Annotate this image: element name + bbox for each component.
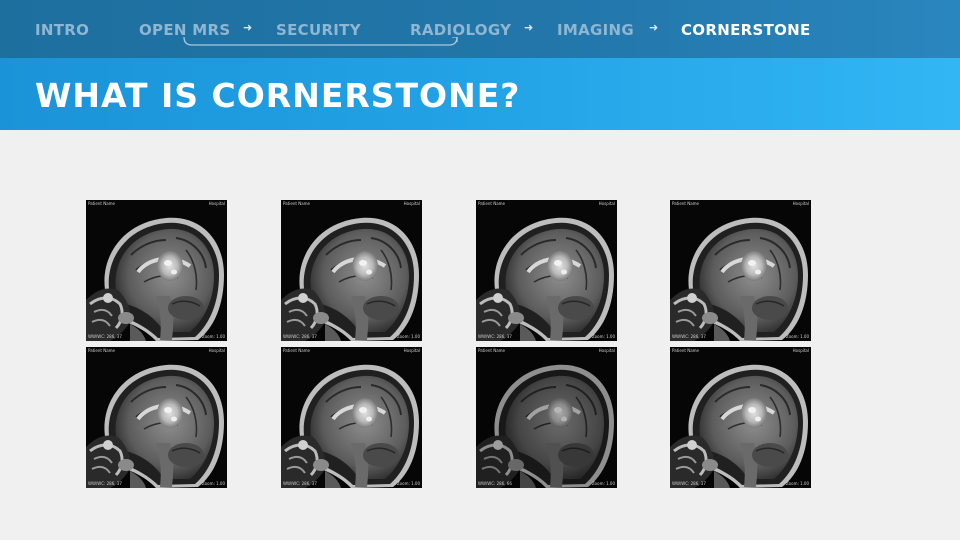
arrow-right-icon: ➜ bbox=[649, 21, 659, 34]
mri-image-8[interactable]: Patient Name Hospital WW/WC: 286, 37 Zoo… bbox=[670, 347, 811, 488]
patient-name-overlay: Patient Name bbox=[478, 201, 505, 206]
hospital-overlay: Hospital bbox=[403, 348, 420, 353]
patient-name-overlay: Patient Name bbox=[88, 201, 115, 206]
window-level-overlay: WW/WC: 286, 37 bbox=[672, 334, 706, 339]
zoom-overlay: Zoom: 1.00 bbox=[785, 481, 809, 486]
hospital-overlay: Hospital bbox=[208, 348, 225, 353]
mri-brain-scan bbox=[476, 347, 617, 488]
mri-brain-scan bbox=[281, 200, 422, 341]
arrow-right-icon: ➜ bbox=[524, 21, 534, 34]
patient-name-overlay: Patient Name bbox=[672, 201, 699, 206]
mri-image-3[interactable]: Patient Name Hospital WW/WC: 286, 37 Zoo… bbox=[476, 200, 617, 341]
mri-brain-scan bbox=[670, 347, 811, 488]
nav-item-intro[interactable]: INTRO bbox=[35, 21, 89, 39]
window-level-overlay: WW/WC: 286, 37 bbox=[88, 334, 122, 339]
top-navigation: INTRO OPEN MRS ➜ SECURITY RADIOLOGY ➜ IM… bbox=[0, 0, 960, 58]
hospital-overlay: Hospital bbox=[208, 201, 225, 206]
arrow-right-icon: ➜ bbox=[243, 21, 253, 34]
section-bracket-connector bbox=[183, 37, 458, 46]
patient-name-overlay: Patient Name bbox=[283, 348, 310, 353]
mri-image-2[interactable]: Patient Name Hospital WW/WC: 286, 37 Zoo… bbox=[281, 200, 422, 341]
window-level-overlay: WW/WC: 286, 37 bbox=[283, 481, 317, 486]
patient-name-overlay: Patient Name bbox=[283, 201, 310, 206]
nav-item-cornerstone[interactable]: CORNERSTONE bbox=[681, 21, 811, 39]
hospital-overlay: Hospital bbox=[792, 201, 809, 206]
zoom-overlay: Zoom: 1.00 bbox=[201, 334, 225, 339]
zoom-overlay: Zoom: 1.00 bbox=[201, 481, 225, 486]
window-level-overlay: WW/WC: 286, 37 bbox=[283, 334, 317, 339]
window-level-overlay: WW/WC: 286, 37 bbox=[88, 481, 122, 486]
page-title: WHAT IS CORNERSTONE? bbox=[35, 76, 521, 115]
hospital-overlay: Hospital bbox=[792, 348, 809, 353]
zoom-overlay: Zoom: 1.00 bbox=[591, 334, 615, 339]
hospital-overlay: Hospital bbox=[403, 201, 420, 206]
patient-name-overlay: Patient Name bbox=[88, 348, 115, 353]
mri-brain-scan bbox=[281, 347, 422, 488]
zoom-overlay: Zoom: 1.00 bbox=[591, 481, 615, 486]
zoom-overlay: Zoom: 1.00 bbox=[785, 334, 809, 339]
hospital-overlay: Hospital bbox=[598, 201, 615, 206]
mri-image-6[interactable]: Patient Name Hospital WW/WC: 286, 37 Zoo… bbox=[281, 347, 422, 488]
mri-brain-scan bbox=[670, 200, 811, 341]
nav-item-imaging[interactable]: IMAGING bbox=[557, 21, 634, 39]
hospital-overlay: Hospital bbox=[598, 348, 615, 353]
mri-brain-scan bbox=[86, 347, 227, 488]
mri-brain-scan bbox=[476, 200, 617, 341]
window-level-overlay: WW/WC: 286, 66 bbox=[478, 481, 512, 486]
zoom-overlay: Zoom: 1.00 bbox=[396, 334, 420, 339]
mri-brain-scan bbox=[86, 200, 227, 341]
mri-image-7[interactable]: Patient Name Hospital WW/WC: 286, 66 Zoo… bbox=[476, 347, 617, 488]
mri-image-4[interactable]: Patient Name Hospital WW/WC: 286, 37 Zoo… bbox=[670, 200, 811, 341]
window-level-overlay: WW/WC: 286, 37 bbox=[672, 481, 706, 486]
zoom-overlay: Zoom: 1.00 bbox=[396, 481, 420, 486]
mri-image-5[interactable]: Patient Name Hospital WW/WC: 286, 37 Zoo… bbox=[86, 347, 227, 488]
window-level-overlay: WW/WC: 286, 37 bbox=[478, 334, 512, 339]
mri-image-1[interactable]: Patient Name Hospital WW/WC: 286, 37 Zoo… bbox=[86, 200, 227, 341]
patient-name-overlay: Patient Name bbox=[478, 348, 505, 353]
patient-name-overlay: Patient Name bbox=[672, 348, 699, 353]
